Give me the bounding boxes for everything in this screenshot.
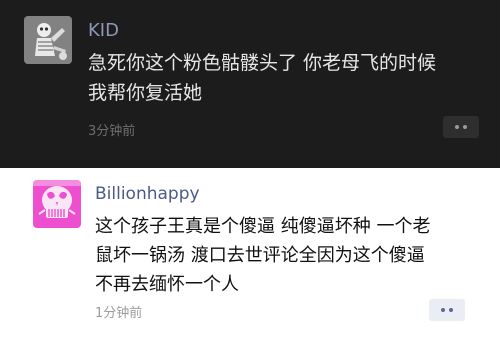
more-dots-icon [441, 308, 445, 312]
comment-username[interactable]: KID [88, 20, 119, 41]
more-dots-icon [455, 125, 459, 129]
comment-item: Billionhappy 这个孩子王真是个傻逼 纯傻逼坏种 一个老 鼠坏一锅汤 … [0, 168, 500, 344]
more-dots-icon [449, 308, 453, 312]
comment-content-line: 我帮你复活她 [88, 82, 203, 104]
skeleton-avatar-icon [24, 16, 72, 64]
comment-content-line: 这个孩子王真是个傻逼 纯傻逼坏种 一个老 [95, 216, 431, 237]
comment-content: 急死你这个粉色骷髅头了 你老母飞的时候 我帮你复活她 [88, 48, 436, 108]
comment-thread: KID 急死你这个粉色骷髅头了 你老母飞的时候 我帮你复活她 3分钟前 Bill… [0, 0, 500, 344]
more-options-button[interactable] [443, 116, 479, 138]
comment-content: 这个孩子王真是个傻逼 纯傻逼坏种 一个老 鼠坏一锅汤 渡口去世评论全因为这个傻逼… [95, 212, 430, 299]
comment-item: KID 急死你这个粉色骷髅头了 你老母飞的时候 我帮你复活她 3分钟前 [0, 0, 500, 168]
user-avatar[interactable] [24, 16, 72, 64]
user-avatar[interactable] [33, 180, 81, 228]
more-dots-icon [463, 125, 467, 129]
comment-content-line: 鼠坏一锅汤 渡口去世评论全因为这个傻逼 [95, 245, 425, 266]
comment-timestamp: 3分钟前 [88, 124, 136, 139]
more-options-button[interactable] [429, 299, 465, 321]
pink-skull-avatar-icon [33, 180, 81, 228]
comment-content-line: 不再去缅怀一个人 [95, 274, 239, 295]
comment-username[interactable]: Billionhappy [95, 184, 200, 204]
comment-content-line: 急死你这个粉色骷髅头了 你老母飞的时候 [88, 52, 437, 74]
comment-timestamp: 1分钟前 [95, 306, 143, 321]
